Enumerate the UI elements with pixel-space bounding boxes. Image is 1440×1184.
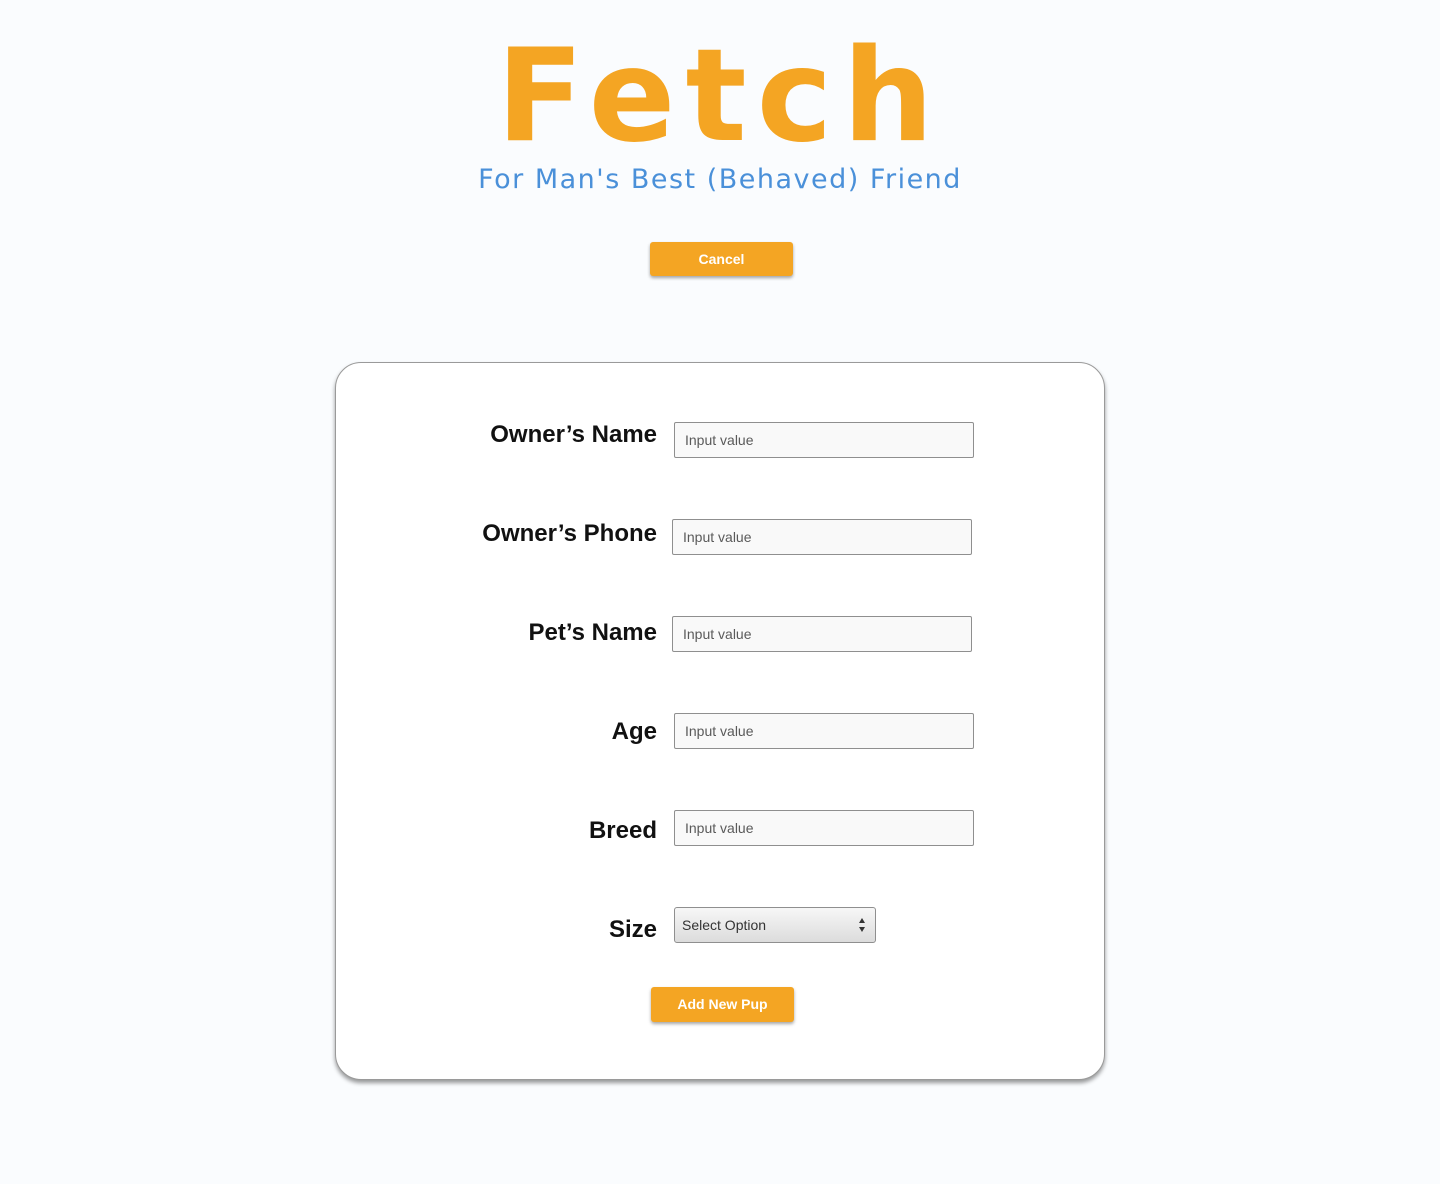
add-new-pup-button[interactable]: Add New Pup (651, 987, 794, 1022)
owner-phone-label: Owner’s Phone (482, 520, 657, 547)
breed-label: Breed (588, 817, 657, 844)
size-select[interactable]: Select Option (674, 907, 876, 943)
app-tagline: For Man's Best (Behaved) Friend (478, 164, 962, 195)
cancel-button[interactable]: Cancel (650, 242, 793, 276)
owner-name-label: Owner’s Name (490, 421, 657, 448)
breed-input[interactable] (674, 810, 974, 846)
select-arrows-icon (859, 916, 867, 934)
owner-name-input[interactable] (674, 422, 974, 458)
arrow-up-icon (859, 918, 865, 923)
age-label: Age (611, 718, 657, 745)
pet-name-label: Pet’s Name (528, 619, 657, 646)
age-input[interactable] (674, 713, 974, 749)
arrow-down-icon (859, 927, 865, 932)
size-select-value: Select Option (682, 917, 767, 933)
owner-phone-input[interactable] (672, 519, 972, 555)
pet-name-input[interactable] (672, 616, 972, 652)
app-logo: Fetch (496, 22, 944, 171)
size-label: Size (608, 916, 657, 943)
